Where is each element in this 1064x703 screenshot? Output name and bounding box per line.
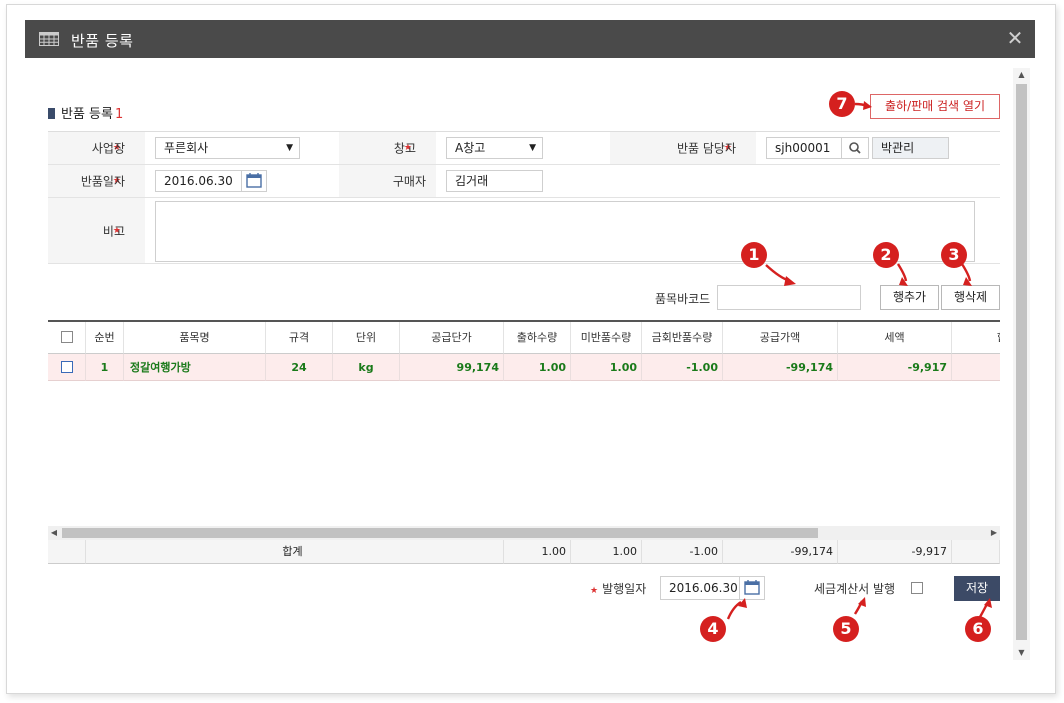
add-row-button[interactable]: 행추가 <box>880 285 939 310</box>
col-header: 품목명 <box>124 322 266 354</box>
table-cell: 1.00 <box>571 354 642 381</box>
form-row-1: ★ 사업장 푸른회사 ▼ ★ 창고 A창고 ▼ ★ 반품 담당자 sjh00001 박관리 <box>48 132 1000 165</box>
callout-badge-1: 1 <box>741 242 767 268</box>
totals-return-qty: -1.00 <box>642 540 723 564</box>
warehouse-label: ★ 창고 <box>339 132 436 164</box>
warehouse-select[interactable]: A창고 ▼ <box>446 137 543 159</box>
totals-extra <box>952 540 1000 564</box>
section-bullet-icon <box>48 108 55 119</box>
issue-date-input[interactable]: 2016.06.30 <box>660 576 740 600</box>
table-cell: 24 <box>266 354 333 381</box>
table-cell: -9,917 <box>838 354 952 381</box>
buyer-input[interactable]: 김거래 <box>446 170 543 192</box>
tax-invoice-label: 세금계산서 발행 <box>814 582 896 596</box>
note-textarea[interactable] <box>155 201 975 262</box>
col-header: 세액 <box>838 322 952 354</box>
table-cell: 1 <box>86 354 124 381</box>
chevron-down-icon: ▼ <box>286 143 293 153</box>
section-title: 반품 등록 1 <box>48 103 123 122</box>
totals-label: 합계 <box>86 540 504 564</box>
close-icon[interactable]: ✕ <box>1005 27 1025 49</box>
table-cell: -1.00 <box>642 354 723 381</box>
table-cell: 1.00 <box>504 354 571 381</box>
col-header: 단위 <box>333 322 400 354</box>
save-button[interactable]: 저장 <box>954 576 1000 601</box>
section-title-text: 반품 등록 <box>61 107 113 122</box>
scroll-down-icon[interactable]: ▼ <box>1013 646 1030 660</box>
note-label: ★ 비고 <box>48 198 145 263</box>
table-cell <box>952 354 1000 381</box>
table-icon <box>39 32 59 46</box>
table-cell: 99,174 <box>400 354 504 381</box>
calendar-icon[interactable] <box>241 170 267 192</box>
callout-badge-7: 7 <box>829 91 855 117</box>
totals-spacer <box>48 540 86 564</box>
totals-unreturned-qty: 1.00 <box>571 540 642 564</box>
table-cell: 정갈여행가방 <box>124 354 266 381</box>
form-row-3: ★ 비고 <box>48 198 1000 264</box>
return-date-label: ★ 반품일자 <box>48 165 145 197</box>
col-header: 출하수량 <box>504 322 571 354</box>
table-cell: kg <box>333 354 400 381</box>
horizontal-scrollbar[interactable]: ◀ ▶ <box>48 526 1000 540</box>
row-checkbox-cell[interactable] <box>48 354 86 381</box>
vertical-scrollbar[interactable]: ▲ ▼ <box>1013 68 1030 660</box>
select-all-checkbox-cell[interactable] <box>48 322 86 354</box>
dialog-title: 반품 등록 <box>71 32 134 50</box>
col-header: 합 <box>952 322 1000 354</box>
totals-ship-qty: 1.00 <box>504 540 571 564</box>
totals-tax: -9,917 <box>838 540 952 564</box>
business-select[interactable]: 푸른회사 ▼ <box>155 137 300 159</box>
callout-badge-5: 5 <box>833 616 859 642</box>
issue-date-label: ★ 발행일자 <box>590 582 647 596</box>
callout-badge-2: 2 <box>873 242 899 268</box>
table-cell: -99,174 <box>723 354 838 381</box>
col-header: 규격 <box>266 322 333 354</box>
row-checkbox[interactable] <box>60 361 73 373</box>
tax-invoice-checkbox[interactable] <box>911 582 923 594</box>
section-number: 1 <box>114 107 124 122</box>
barcode-label: 품목바코드 <box>655 292 711 306</box>
callout-badge-3: 3 <box>941 242 967 268</box>
search-icon[interactable] <box>841 137 869 159</box>
delete-row-button[interactable]: 행삭제 <box>941 285 1000 310</box>
col-header: 순번 <box>86 322 124 354</box>
form-row-2: ★ 반품일자 2016.06.30 구매자 김거래 <box>48 165 1000 198</box>
callout-badge-6: 6 <box>965 616 991 642</box>
open-shipment-search-button[interactable]: 출하/판매 검색 열기 <box>870 94 1000 119</box>
buyer-label: 구매자 <box>339 165 436 197</box>
col-header: 공급가액 <box>723 322 838 354</box>
scroll-right-icon[interactable]: ▶ <box>988 526 1000 540</box>
col-header: 미반품수량 <box>571 322 642 354</box>
barcode-input[interactable] <box>717 285 861 310</box>
col-header: 공급단가 <box>400 322 504 354</box>
return-form: ★ 사업장 푸른회사 ▼ ★ 창고 A창고 ▼ ★ 반품 담당자 sjh00001 박관리… <box>48 131 1000 264</box>
col-header: 금회반품수량 <box>642 322 723 354</box>
business-label: ★ 사업장 <box>48 132 145 164</box>
dialog-titlebar: 반품 등록 ✕ <box>25 20 1035 58</box>
horizontal-scroll-thumb[interactable] <box>62 528 818 538</box>
calendar-icon[interactable] <box>739 576 765 600</box>
manager-name-field: 박관리 <box>872 137 949 159</box>
manager-id-input[interactable]: sjh00001 <box>766 137 842 159</box>
return-date-input[interactable]: 2016.06.30 <box>155 170 242 192</box>
scroll-left-icon[interactable]: ◀ <box>48 526 60 540</box>
chevron-down-icon: ▼ <box>529 143 536 153</box>
manager-label: ★ 반품 담당자 <box>610 132 756 164</box>
totals-supply-amount: -99,174 <box>723 540 838 564</box>
callout-badge-4: 4 <box>700 616 726 642</box>
scroll-up-icon[interactable]: ▲ <box>1013 68 1030 82</box>
vertical-scroll-thumb[interactable] <box>1016 84 1027 640</box>
select-all-checkbox[interactable] <box>60 331 73 343</box>
